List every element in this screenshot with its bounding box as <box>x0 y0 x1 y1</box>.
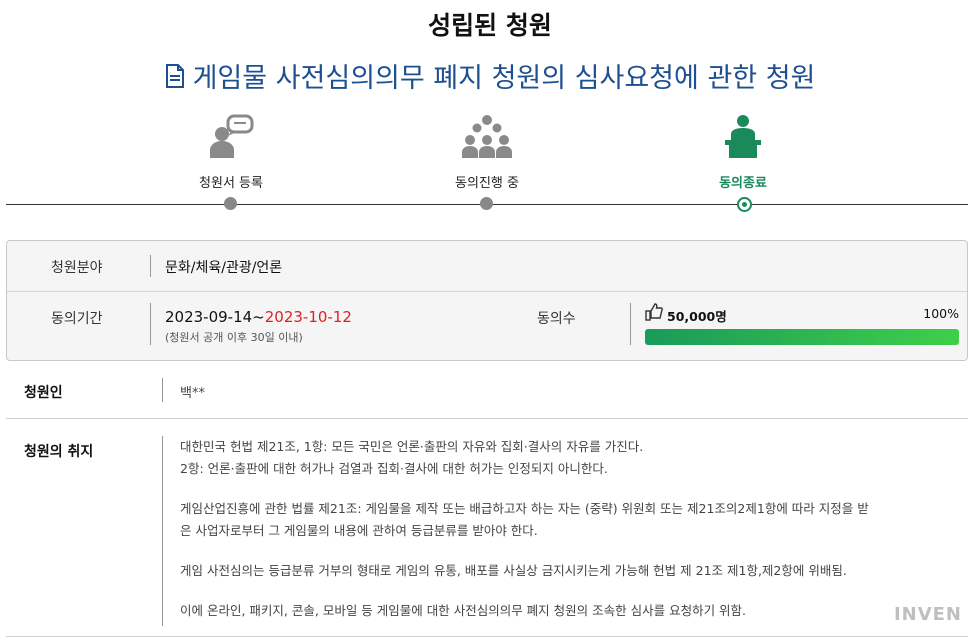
step-dot <box>224 197 237 210</box>
step-closed: 동의종료 <box>663 108 823 191</box>
category-row: 청원분야 문화/체육/관광/언론 <box>7 241 967 292</box>
period-start: 2023-09-14~ <box>165 308 265 326</box>
petition-title-text: 게임물 사전심의의무 폐지 청원의 심사요청에 관한 청원 <box>192 63 816 94</box>
purpose-line: 게임산업진흥에 관한 법률 제21조: 게임물을 제작 또는 배급하고자 하는 … <box>180 501 869 516</box>
period-note: (청원서 공개 이후 30일 이내) <box>165 331 303 344</box>
divider <box>162 436 163 626</box>
thumbs-up-icon <box>645 303 663 325</box>
step-in-progress: 동의진행 중 <box>407 108 567 191</box>
purpose-body: 대한민국 헌법 제21조, 1항: 모든 국민은 언론·출판의 자유와 집회·결… <box>180 436 940 640</box>
count-label: 동의수 <box>537 311 576 327</box>
category-label: 청원분야 <box>51 260 103 276</box>
purpose-line: 이에 온라인, 패키지, 콘솔, 모바일 등 게임물에 대한 사전심의의무 폐지… <box>180 603 747 618</box>
divider <box>150 303 151 345</box>
purpose-line: 게임 사전심의는 등급분류 거부의 형태로 게임의 유통, 배포를 사실상 금지… <box>180 563 847 578</box>
step-label: 동의종료 <box>719 176 767 191</box>
petition-info-box: 청원분야 문화/체육/관광/언론 동의기간 2023-09-14~2023-10… <box>6 240 968 361</box>
divider <box>162 378 163 402</box>
purpose-paragraph: 대한민국 헌법 제21조, 1항: 모든 국민은 언론·출판의 자유와 집회·결… <box>180 436 940 480</box>
petitioner-label: 청원인 <box>24 385 63 401</box>
step-dot-active <box>737 197 752 212</box>
step-label: 청원서 등록 <box>199 176 263 191</box>
period-label: 동의기간 <box>51 311 103 327</box>
status-title: 성립된 청원 <box>428 11 552 40</box>
divider <box>150 255 151 277</box>
period-value: 2023-09-14~2023-10-12 <box>165 308 352 326</box>
purpose-paragraph: 이에 온라인, 패키지, 콘솔, 모바일 등 게임물에 대한 사전심의의무 폐지… <box>180 600 940 622</box>
purpose-label: 청원의 취지 <box>24 444 94 460</box>
period-end: 2023-10-12 <box>264 308 352 326</box>
crowd-icon <box>407 108 567 158</box>
purpose-paragraph: 게임 사전심의는 등급분류 거부의 형태로 게임의 유통, 배포를 사실상 금지… <box>180 560 940 582</box>
section-divider <box>6 418 968 419</box>
document-icon <box>165 64 185 95</box>
speech-person-icon <box>151 108 311 158</box>
petitioner-value: 백** <box>180 386 205 401</box>
count-percent: 100% <box>923 306 959 321</box>
inven-watermark: INVEN <box>893 604 962 625</box>
purpose-paragraph: 게임산업진흥에 관한 법률 제21조: 게임물을 제작 또는 배급하고자 하는 … <box>180 498 940 542</box>
purpose-line: 2항: 언론·출판에 대한 허가나 검열과 집회·결사에 대한 허가는 인정되지… <box>180 461 608 476</box>
count-value: 50,000명 <box>667 309 727 324</box>
step-dot <box>480 197 493 210</box>
category-value: 문화/체육/관광/언론 <box>165 260 283 276</box>
section-divider <box>6 636 968 637</box>
divider <box>630 303 631 345</box>
step-registered: 청원서 등록 <box>151 108 311 191</box>
purpose-line: 대한민국 헌법 제21조, 1항: 모든 국민은 언론·출판의 자유와 집회·결… <box>180 439 644 454</box>
petition-title: 게임물 사전심의의무 폐지 청원의 심사요청에 관한 청원 <box>0 56 980 95</box>
purpose-line: 은 사업자로부터 그 게임물의 내용에 관하여 등급분류를 받아야 한다. <box>180 523 538 538</box>
progress-bar <box>645 329 959 345</box>
podium-speaker-icon <box>663 108 823 158</box>
step-label: 동의진행 중 <box>455 176 519 191</box>
